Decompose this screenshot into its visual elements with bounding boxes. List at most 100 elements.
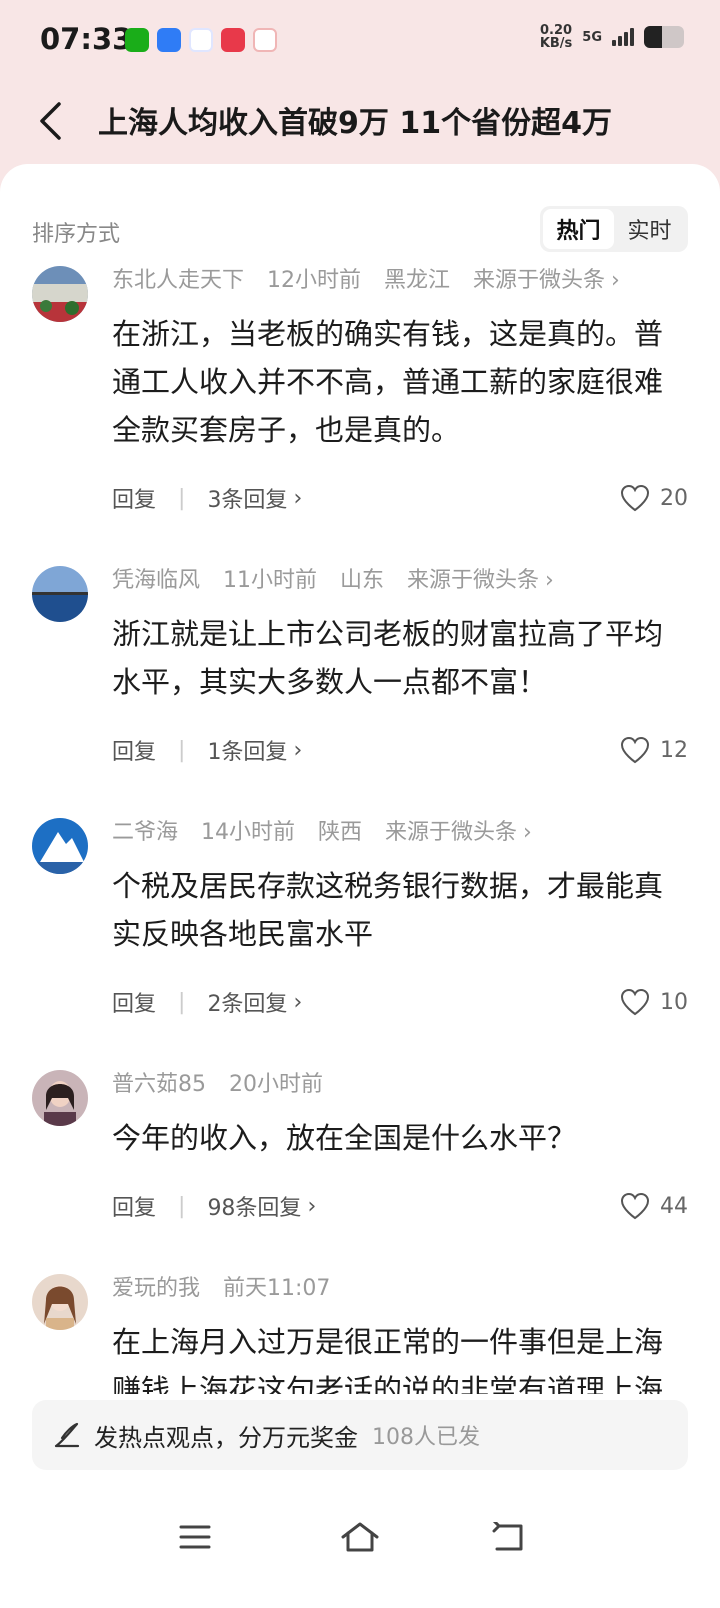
nav-menu-button[interactable] (165, 1512, 225, 1562)
comment-time: 11小时前 (223, 568, 318, 593)
comment-item: 二爷海 14小时前 陕西 来源于微头条 › 个税及居民存款这税务银行数据，才最能真… (0, 818, 720, 1022)
avatar[interactable] (32, 566, 88, 622)
back-button[interactable] (28, 96, 72, 146)
comment-item: 东北人走天下 12小时前 黑龙江 来源于微头条 › 在浙江，当老板的确实有钱，这是… (0, 266, 720, 518)
comment-user[interactable]: 普六茹85 (112, 1072, 206, 1097)
avatar-image (32, 818, 88, 874)
red2-app-icon (253, 28, 277, 52)
comment-actions: 回复 | 3条回复 › 20 (112, 478, 688, 518)
network-type: 5G (582, 29, 602, 45)
system-nav-bar (0, 1500, 720, 1608)
avatar[interactable] (32, 266, 88, 322)
divider: | (178, 1193, 186, 1219)
comment-user[interactable]: 爱玩的我 (112, 1276, 200, 1301)
comment-actions: 回复 | 98条回复 › 44 (112, 1186, 688, 1226)
comment-meta: 二爷海 14小时前 陕西 来源于微头条 › (112, 818, 688, 848)
header: 上海人均收入首破9万 11个省份超4万 (0, 84, 720, 164)
like-count: 10 (660, 989, 688, 1015)
sort-option-hot[interactable]: 热门 (543, 209, 614, 249)
comment-text: 个税及居民存款这税务银行数据，才最能真实反映各地民富水平 (112, 869, 664, 951)
comment-source[interactable]: 来源于微头条 (385, 820, 517, 845)
post-opinion-bar[interactable]: 发热点观点，分万元奖金 108人已发 (32, 1400, 688, 1470)
like-button[interactable]: 12 (620, 730, 688, 770)
chevron-right-icon: › (293, 989, 303, 1015)
blue-app-icon (157, 28, 181, 52)
chevron-left-icon (40, 102, 61, 140)
post-count: 108人已发 (372, 1425, 480, 1450)
comment-meta: 普六茹85 20小时前 (112, 1070, 688, 1100)
avatar[interactable] (32, 1070, 88, 1126)
like-button[interactable]: 10 (620, 982, 688, 1022)
avatar[interactable] (32, 1274, 88, 1330)
comment-time: 14小时前 (201, 820, 296, 845)
chevron-right-icon: › (293, 737, 303, 763)
avatar[interactable] (32, 818, 88, 874)
chevron-right-icon: › (545, 568, 554, 593)
divider: | (178, 485, 186, 511)
chevron-right-icon: › (523, 820, 532, 845)
status-app-icons (125, 28, 277, 52)
sort-toggle: 热门 实时 (540, 206, 688, 252)
comment-user[interactable]: 凭海临风 (112, 568, 200, 593)
reply-button[interactable]: 回复 (112, 1190, 156, 1222)
comment-source[interactable]: 来源于微头条 (407, 568, 539, 593)
nav-back-button[interactable] (478, 1512, 538, 1562)
chevron-right-icon: › (293, 485, 303, 511)
comment-location: 山东 (340, 568, 385, 593)
menu-icon (179, 1525, 211, 1549)
reply-button[interactable]: 回复 (112, 482, 156, 514)
network-speed: 0.20 KB/s (540, 24, 572, 50)
replies-count: 1条回复 (207, 740, 288, 765)
comment-time: 20小时前 (229, 1072, 323, 1097)
back-arrow-icon (492, 1522, 523, 1551)
comment-meta: 爱玩的我 前天11:07 (112, 1274, 688, 1304)
status-time: 07:33 (40, 22, 133, 56)
reply-button[interactable]: 回复 (112, 986, 156, 1018)
like-button[interactable]: 44 (620, 1186, 688, 1226)
nav-home-button[interactable] (330, 1512, 390, 1562)
chevron-right-icon: › (307, 1193, 317, 1219)
page-title: 上海人均收入首破9万 11个省份超4万 (98, 106, 612, 141)
like-button[interactable]: 20 (620, 478, 688, 518)
battery-fill (644, 26, 662, 48)
like-count: 12 (660, 737, 688, 763)
comment-actions: 回复 | 1条回复 › 12 (112, 730, 688, 770)
battery-icon (644, 26, 684, 48)
comment-source[interactable]: 来源于微头条 (473, 268, 605, 293)
comment-text: 在浙江，当老板的确实有钱，这是真的。普通工人收入并不不高，普通工薪的家庭很难全款… (112, 317, 664, 447)
like-count: 20 (660, 485, 688, 511)
sort-option-latest[interactable]: 实时 (614, 209, 685, 249)
like-count: 44 (660, 1193, 688, 1219)
red-app-icon (221, 28, 245, 52)
status-right: 0.20 KB/s 5G (540, 24, 684, 50)
replies-link[interactable]: 2条回复 › (207, 986, 302, 1018)
pen-icon (52, 1420, 82, 1450)
comment-location: 陕西 (318, 820, 363, 845)
avatar-image (32, 566, 88, 622)
comment-list: 东北人走天下 12小时前 黑龙江 来源于微头条 › 在浙江，当老板的确实有钱，这是… (0, 266, 720, 1394)
replies-link[interactable]: 3条回复 › (207, 482, 302, 514)
chevron-right-icon: › (611, 268, 620, 293)
comment-text: 在上海月入过万是很正常的一件事但是上海赚钱上海花这句老话的说的非常有道理上海虽然… (112, 1325, 664, 1394)
avatar-image (32, 1070, 88, 1126)
divider: | (178, 737, 186, 763)
comment-user[interactable]: 东北人走天下 (112, 268, 244, 293)
replies-count: 2条回复 (207, 992, 288, 1017)
status-bar: 07:33 0.20 KB/s 5G (0, 0, 720, 84)
comment-item: 凭海临风 11小时前 山东 来源于微头条 › 浙江就是让上市公司老板的财富拉高了平… (0, 566, 720, 770)
wechat-icon (125, 28, 149, 52)
sort-label: 排序方式 (32, 222, 121, 247)
comment-user[interactable]: 二爷海 (112, 820, 178, 845)
heart-icon (620, 1192, 650, 1220)
comment-time: 12小时前 (267, 268, 362, 293)
comment-text: 今年的收入，放在全国是什么水平？ (112, 1121, 577, 1155)
replies-link[interactable]: 98条回复 › (207, 1190, 316, 1222)
post-opinion-text: 发热点观点，分万元奖金 (94, 1423, 358, 1452)
reply-button[interactable]: 回复 (112, 734, 156, 766)
speed-unit: KB/s (539, 36, 573, 51)
comment-time: 前天11:07 (223, 1276, 331, 1301)
replies-link[interactable]: 1条回复 › (207, 734, 302, 766)
comment-actions: 回复 | 2条回复 › 10 (112, 982, 688, 1022)
home-icon (341, 1522, 379, 1552)
comment-meta: 东北人走天下 12小时前 黑龙江 来源于微头条 › (112, 266, 688, 296)
